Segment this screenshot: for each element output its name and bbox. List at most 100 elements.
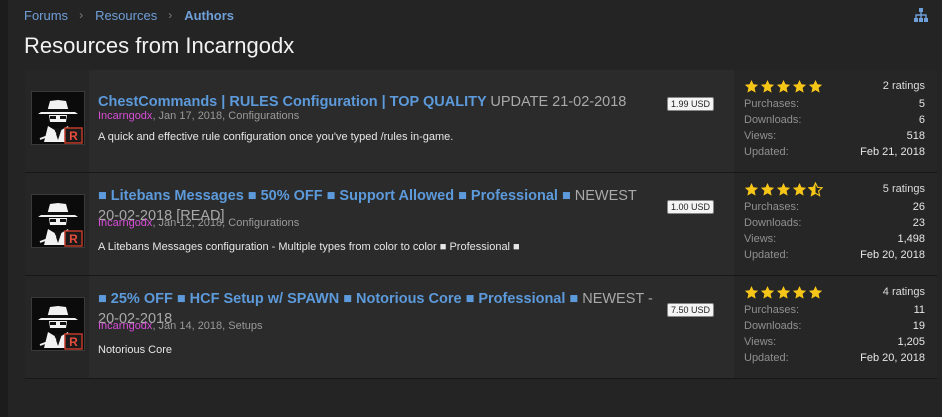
star-icon [776,182,791,196]
stat-label: Views: [744,233,777,245]
page-title: Resources from Incarngodx [24,33,295,58]
stat-updated: Updated: Feb 20, 2018 [744,352,925,368]
star-icon [792,182,807,196]
ratings-count: 2 ratings [882,80,925,92]
price-badge: 7.50 USD [666,303,714,317]
breadcrumb: Forums › Resources › Authors [24,7,234,23]
sitemap-icon[interactable] [913,7,929,23]
stat-purchases: Purchases: 11 [744,304,925,320]
stat-label: Views: [744,336,777,348]
stat-label: Purchases: [744,98,800,110]
stat-label: Updated: [744,146,789,158]
stat-label: Views: [744,130,777,142]
avatar-cell: R [25,173,89,275]
resource-row: R ChestCommands | RULES Configuration | … [25,70,937,173]
avatar[interactable]: R [31,194,85,248]
spy-avatar-icon: R [32,298,84,350]
resource-meta-date-category: , Jan 17, 2018, Configurations [152,110,300,122]
stat-label: Downloads: [744,217,802,229]
star-icon [808,79,823,93]
stat-downloads: Downloads: 19 [744,320,925,336]
resource-meta: Incarngodx, Jan 14, 2018, Setups [98,320,263,332]
stat-views: Views: 1,205 [744,336,925,352]
star-rating [744,79,823,94]
breadcrumb-resources[interactable]: Resources [95,8,157,23]
spy-avatar-icon: R [32,195,84,247]
stat-downloads: Downloads: 23 [744,217,925,233]
price-badge: 1.00 USD [666,200,714,214]
stat-value: 19 [912,320,925,332]
resource-row: R ■ 25% OFF ■ HCF Setup w/ SPAWN ■ Notor… [25,276,937,379]
breadcrumb-authors[interactable]: Authors [184,8,234,23]
stat-value: Feb 20, 2018 [860,249,925,261]
stat-value: Feb 20, 2018 [860,352,925,364]
resource-stats: 4 ratings Purchases: 11 Downloads: 19 View… [734,276,937,378]
breadcrumb-forums[interactable]: Forums [24,8,68,23]
stat-updated: Updated: Feb 21, 2018 [744,146,925,162]
spy-avatar-icon: R [32,92,84,144]
star-icon [760,79,775,93]
stat-label: Updated: [744,249,789,261]
star-icon [776,285,791,299]
avatar[interactable]: R [31,91,85,145]
ratings-count: 4 ratings [882,286,925,298]
resource-title-link[interactable]: ■ Litebans Messages ■ 50% OFF ■ Support … [98,188,571,204]
author-link[interactable]: Incarngodx [98,217,152,229]
stat-value: Feb 21, 2018 [860,146,925,158]
avatar-cell: R [25,276,89,378]
resource-tagline: Notorious Core [98,344,172,356]
stat-purchases: Purchases: 5 [744,98,925,114]
stat-value: 5 [918,98,925,110]
resource-meta: Incarngodx, Jan 12, 2018, Configurations [98,217,299,229]
star-icon [776,79,791,93]
star-icon [792,285,807,299]
stat-downloads: Downloads: 6 [744,114,925,130]
stat-label: Updated: [744,352,789,364]
svg-text:R: R [69,129,78,143]
stat-label: Downloads: [744,320,802,332]
star-icon [744,79,759,93]
stat-value: 11 [913,304,925,316]
author-link[interactable]: Incarngodx [98,320,152,332]
stat-updated: Updated: Feb 20, 2018 [744,249,925,265]
star-rating [744,182,823,197]
resource-stats: 5 ratings Purchases: 26 Downloads: 23 View… [734,173,937,275]
resource-title-link[interactable]: ChestCommands | RULES Configuration | TO… [98,94,486,110]
stat-views: Views: 1,498 [744,233,925,249]
chevron-right-icon: › [79,8,84,22]
stat-purchases: Purchases: 26 [744,201,925,217]
star-icon [792,79,807,93]
resource-row: R ■ Litebans Messages ■ 50% OFF ■ Suppor… [25,173,937,276]
stat-value: 26 [912,201,925,213]
resource-meta-date-category: , Jan 12, 2018, Configurations [152,217,300,229]
stat-value: 1,498 [897,233,925,245]
star-icon [760,285,775,299]
star-icon [808,285,823,299]
stat-value: 23 [912,217,925,229]
resource-title-link[interactable]: ■ 25% OFF ■ HCF Setup w/ SPAWN ■ Notorio… [98,291,578,307]
stat-views: Views: 518 [744,130,925,146]
price-badge: 1.99 USD [666,97,714,111]
ratings-count: 5 ratings [882,183,925,195]
svg-text:R: R [69,232,78,246]
avatar[interactable]: R [31,297,85,351]
resource-info: ChestCommands | RULES Configuration | TO… [98,70,726,172]
svg-text:R: R [69,335,78,349]
resource-info: ■ 25% OFF ■ HCF Setup w/ SPAWN ■ Notorio… [98,276,726,378]
avatar-cell: R [25,70,89,172]
resource-title-suffix: UPDATE 21-02-2018 [490,94,627,110]
resource-tagline: A quick and effective rule configuration… [98,131,454,143]
star-icon [744,182,759,196]
chevron-right-icon: › [168,8,173,22]
star-rating [744,285,823,300]
resource-list: R ChestCommands | RULES Configuration | … [25,70,937,379]
resource-title[interactable]: ChestCommands | RULES Configuration | TO… [98,92,653,112]
resource-info: ■ Litebans Messages ■ 50% OFF ■ Support … [98,173,726,275]
author-link[interactable]: Incarngodx [98,110,152,122]
stat-value: 518 [906,130,925,142]
resource-stats: 2 ratings Purchases: 5 Downloads: 6 Views:… [734,70,937,172]
stat-value: 6 [918,114,925,126]
star-icon [760,182,775,196]
resource-tagline: A Litebans Messages configuration - Mult… [98,241,520,253]
star-half-icon [808,182,823,197]
